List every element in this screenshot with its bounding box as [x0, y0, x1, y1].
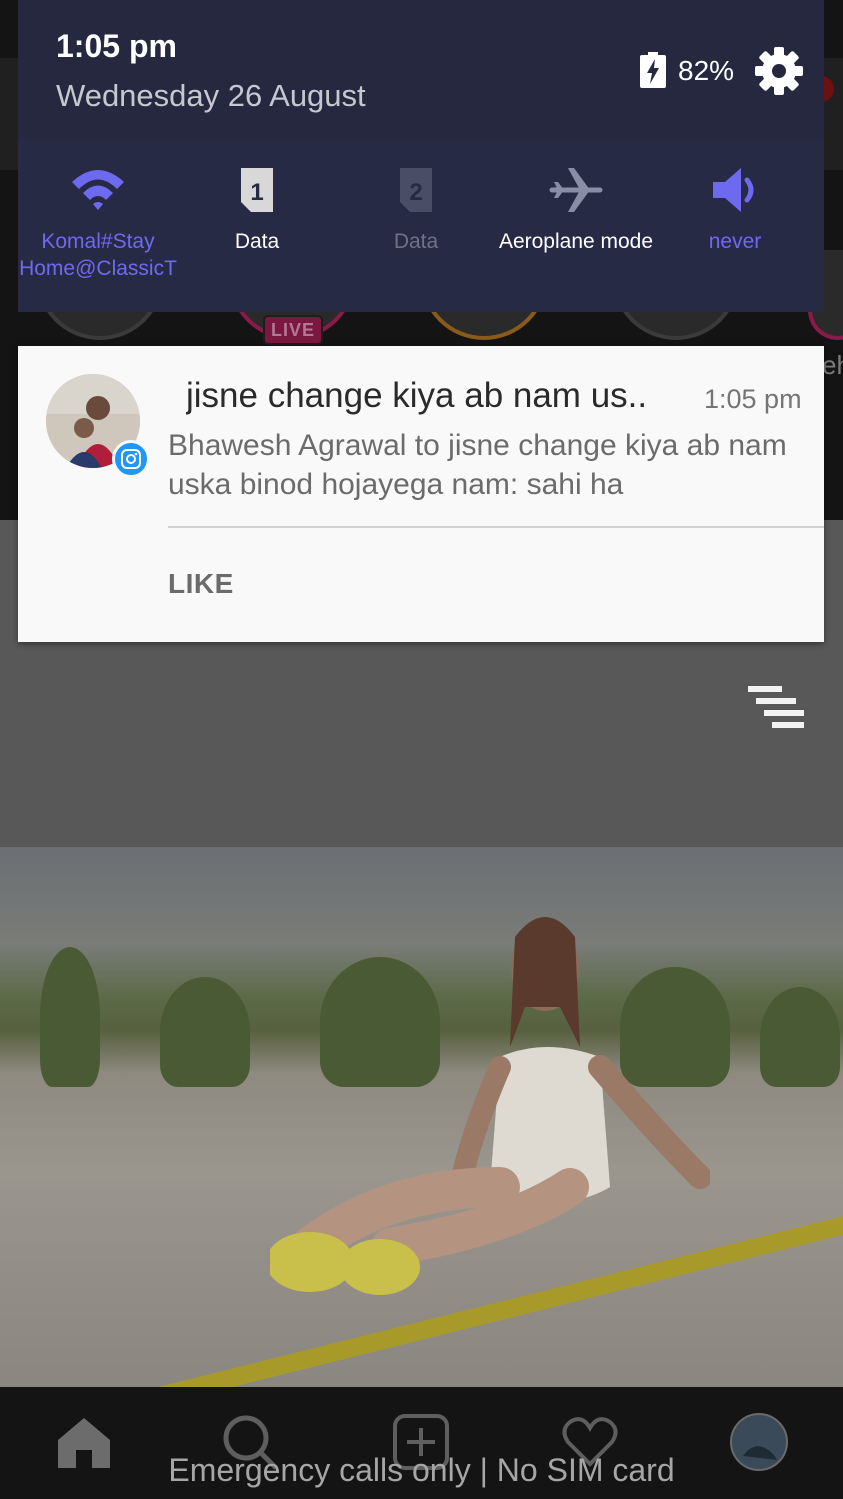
wifi-icon — [72, 170, 124, 210]
gear-icon[interactable] — [754, 46, 804, 96]
quick-tile-label: Data — [234, 230, 280, 253]
divider — [168, 526, 824, 528]
person-figure — [270, 917, 710, 1295]
quick-tile-wifi[interactable]: Komal#Stay Home@ClassicT — [18, 160, 178, 282]
notification-shade: 1:05 pm Wednesday 26 August 82% Komal#St… — [18, 0, 824, 312]
notification-body: Bhawesh Agrawal to jisne change kiya ab … — [168, 429, 787, 501]
instagram-icon — [112, 440, 150, 478]
shade-header: 1:05 pm Wednesday 26 August 82% — [18, 0, 824, 140]
post-photo[interactable] — [0, 847, 843, 1387]
notification-title: jisne change kiya ab nam us.. — [186, 376, 648, 415]
quick-tile-data-sim1[interactable]: 1 Data — [177, 160, 337, 255]
battery-percent: 82% — [678, 55, 735, 86]
menu-lines-icon[interactable] — [748, 686, 804, 728]
quick-tile-data-sim2[interactable]: 2 Data — [336, 160, 496, 255]
svg-text:2: 2 — [409, 179, 422, 206]
shade-date[interactable]: Wednesday 26 August — [56, 78, 366, 114]
like-button[interactable]: LIKE — [168, 568, 234, 600]
quick-tile-label: never — [708, 230, 762, 253]
sim-1-icon: 1 — [241, 168, 273, 212]
sim-2-icon: 2 — [400, 168, 432, 212]
quick-tile-label: Data — [393, 230, 439, 253]
speaker-icon — [713, 168, 754, 212]
lockscreen-footer-text: Emergency calls only | No SIM card — [168, 1452, 675, 1488]
notification-card[interactable]: jisne change kiya ab nam us.. 1:05 pm Bh… — [18, 346, 824, 642]
shade-time: 1:05 pm — [56, 28, 177, 64]
quick-tile-sound[interactable]: never — [655, 160, 815, 255]
quick-tile-label: Aeroplane mode — [498, 230, 654, 253]
partial-username: eh — [822, 350, 843, 380]
live-badge: LIVE — [263, 315, 323, 345]
notification-time: 1:05 pm — [704, 384, 802, 414]
quick-tile-aeroplane[interactable]: Aeroplane mode — [495, 160, 657, 255]
battery-charging-icon — [640, 52, 666, 88]
svg-text:1: 1 — [250, 179, 263, 206]
quick-tile-label: Komal#Stay Home@ClassicT — [19, 230, 177, 280]
airplane-icon — [549, 168, 603, 212]
